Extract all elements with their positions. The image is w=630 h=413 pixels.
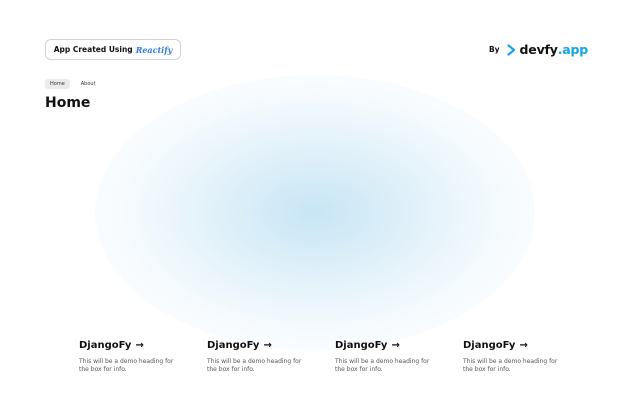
card-title: DjangoFy [463,340,516,351]
badge-prefix-label: App Created Using [53,45,133,54]
card-list: DjangoFy → This will be a demo heading f… [79,339,599,379]
info-card[interactable]: DjangoFy → This will be a demo heading f… [207,339,317,373]
card-title-link[interactable]: DjangoFy → [79,339,189,353]
card-description: This will be a demo heading for the box … [207,358,302,373]
page-title: Home [45,95,91,111]
arrow-right-icon: → [135,340,144,351]
chevron-right-icon [506,43,515,56]
arrow-right-icon: → [263,340,272,351]
info-card[interactable]: DjangoFy → This will be a demo heading f… [463,339,573,373]
devfy-brand[interactable]: By devfy .app [489,42,588,57]
app-created-using-badge[interactable]: App Created Using Reactify [45,39,181,60]
reactify-brand-label: Reactify [135,44,173,55]
background-glow [95,75,535,350]
info-card[interactable]: DjangoFy → This will be a demo heading f… [335,339,445,373]
devfy-logo-main: devfy [519,42,558,57]
by-label: By [488,45,500,54]
card-title: DjangoFy [79,340,132,351]
card-title-link[interactable]: DjangoFy → [335,339,445,353]
card-description: This will be a demo heading for the box … [79,358,174,373]
devfy-logo-accent: .app [557,42,588,57]
card-title-link[interactable]: DjangoFy → [463,339,573,353]
arrow-right-icon: → [519,340,528,351]
arrow-right-icon: → [391,340,400,351]
info-card[interactable]: DjangoFy → This will be a demo heading f… [79,339,189,373]
main-nav: Home About [45,79,101,89]
card-title-link[interactable]: DjangoFy → [207,339,317,353]
card-title: DjangoFy [335,340,388,351]
card-description: This will be a demo heading for the box … [463,358,558,373]
card-title: DjangoFy [207,340,260,351]
card-description: This will be a demo heading for the box … [335,358,430,373]
nav-item-about[interactable]: About [76,79,101,89]
nav-item-home[interactable]: Home [45,79,70,89]
